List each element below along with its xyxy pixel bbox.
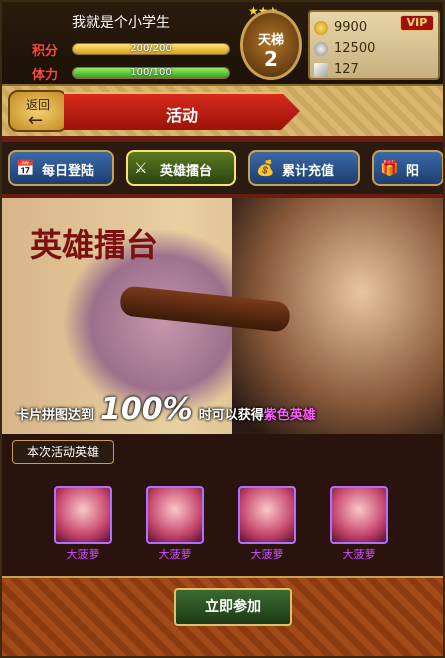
score-stat: 积分 200/200 — [12, 40, 238, 59]
vip-button[interactable]: VIP — [400, 15, 434, 31]
hero-card[interactable] — [54, 486, 112, 544]
desc-mid: 时可以获得 — [198, 408, 264, 423]
silver-row: 12500 — [314, 39, 375, 59]
calendar-icon: 📅 — [16, 159, 35, 177]
feather-value: 127 — [334, 62, 359, 77]
event-heroes-section: 本次活动英雄 大菠萝 大菠萝 大菠萝 大菠萝 — [2, 434, 443, 576]
hero-card[interactable] — [146, 486, 204, 544]
gift-icon: 🎁 — [380, 159, 399, 177]
hero-name: 大菠萝 — [342, 548, 376, 561]
join-now-button[interactable]: 立即参加 — [174, 588, 292, 626]
desc-prefix: 卡片拼图达到 — [16, 408, 95, 423]
stamina-value: 100/100 — [130, 67, 172, 78]
section-title: 本次活动英雄 — [12, 440, 115, 464]
stamina-label: 体力 — [32, 68, 59, 83]
desc-highlight: 紫色英雄 — [263, 408, 316, 423]
hero-card[interactable] — [238, 486, 296, 544]
crossed-swords-icon: ⚔ — [134, 159, 148, 177]
stamina-stat: 体力 100/100 — [12, 64, 238, 83]
banner-description: 卡片拼图达到 100% 时可以获得紫色英雄 — [16, 392, 316, 427]
ladder-number: 2 — [264, 47, 278, 71]
back-button[interactable]: 返回 ← — [8, 90, 68, 132]
ingot-icon: 💰 — [256, 159, 275, 177]
gold-value: 9900 — [334, 20, 368, 35]
tab-recharge[interactable]: 💰 累计充值 — [248, 150, 360, 186]
ladder-label: 天梯 — [257, 33, 284, 48]
resource-panel: 9900 12500 127 VIP — [308, 10, 440, 80]
score-label: 积分 — [32, 44, 59, 59]
event-banner: 英雄擂台 卡片拼图达到 100% 时可以获得紫色英雄 — [2, 198, 443, 434]
status-bar: 我就是个小学生 积分 200/200 体力 100/100 ★★★ 天梯 2 9… — [2, 2, 443, 86]
tab-more[interactable]: 🎁 阳 — [372, 150, 443, 186]
tab-label: 英雄擂台 — [160, 164, 213, 179]
hero-name: 大菠萝 — [250, 548, 284, 561]
tab-label: 每日登陆 — [42, 164, 95, 179]
activity-tabs: 📅 每日登陆 ⚔ 英雄擂台 💰 累计充值 🎁 阳 — [2, 142, 443, 194]
silver-value: 12500 — [334, 41, 376, 56]
ladder-rank-badge[interactable]: 天梯 2 — [240, 10, 302, 80]
gold-coin-icon — [314, 20, 328, 35]
desc-percent: 100% — [100, 392, 193, 427]
silver-coin-icon — [314, 41, 328, 56]
hero-card[interactable] — [330, 486, 388, 544]
game-frame: 我就是个小学生 积分 200/200 体力 100/100 ★★★ 天梯 2 9… — [0, 0, 445, 658]
tab-hero-arena[interactable]: ⚔ 英雄擂台 — [126, 150, 236, 186]
tab-daily-login[interactable]: 📅 每日登陆 — [8, 150, 114, 186]
page-title: 活动 — [165, 106, 198, 125]
page-title-bar: 活动 — [64, 92, 300, 130]
player-name: 我就是个小学生 — [72, 15, 170, 31]
feather-icon — [314, 62, 328, 77]
hero-name: 大菠萝 — [158, 548, 192, 561]
feather-row: 127 — [314, 60, 359, 80]
tab-label: 阳 — [406, 164, 420, 179]
back-arrow-icon: ← — [28, 110, 44, 131]
gold-row: 9900 — [314, 18, 367, 38]
tab-label: 累计充值 — [282, 164, 335, 179]
hero-name: 大菠萝 — [66, 548, 100, 561]
score-value: 200/200 — [130, 43, 172, 54]
banner-title: 英雄擂台 — [30, 226, 159, 264]
